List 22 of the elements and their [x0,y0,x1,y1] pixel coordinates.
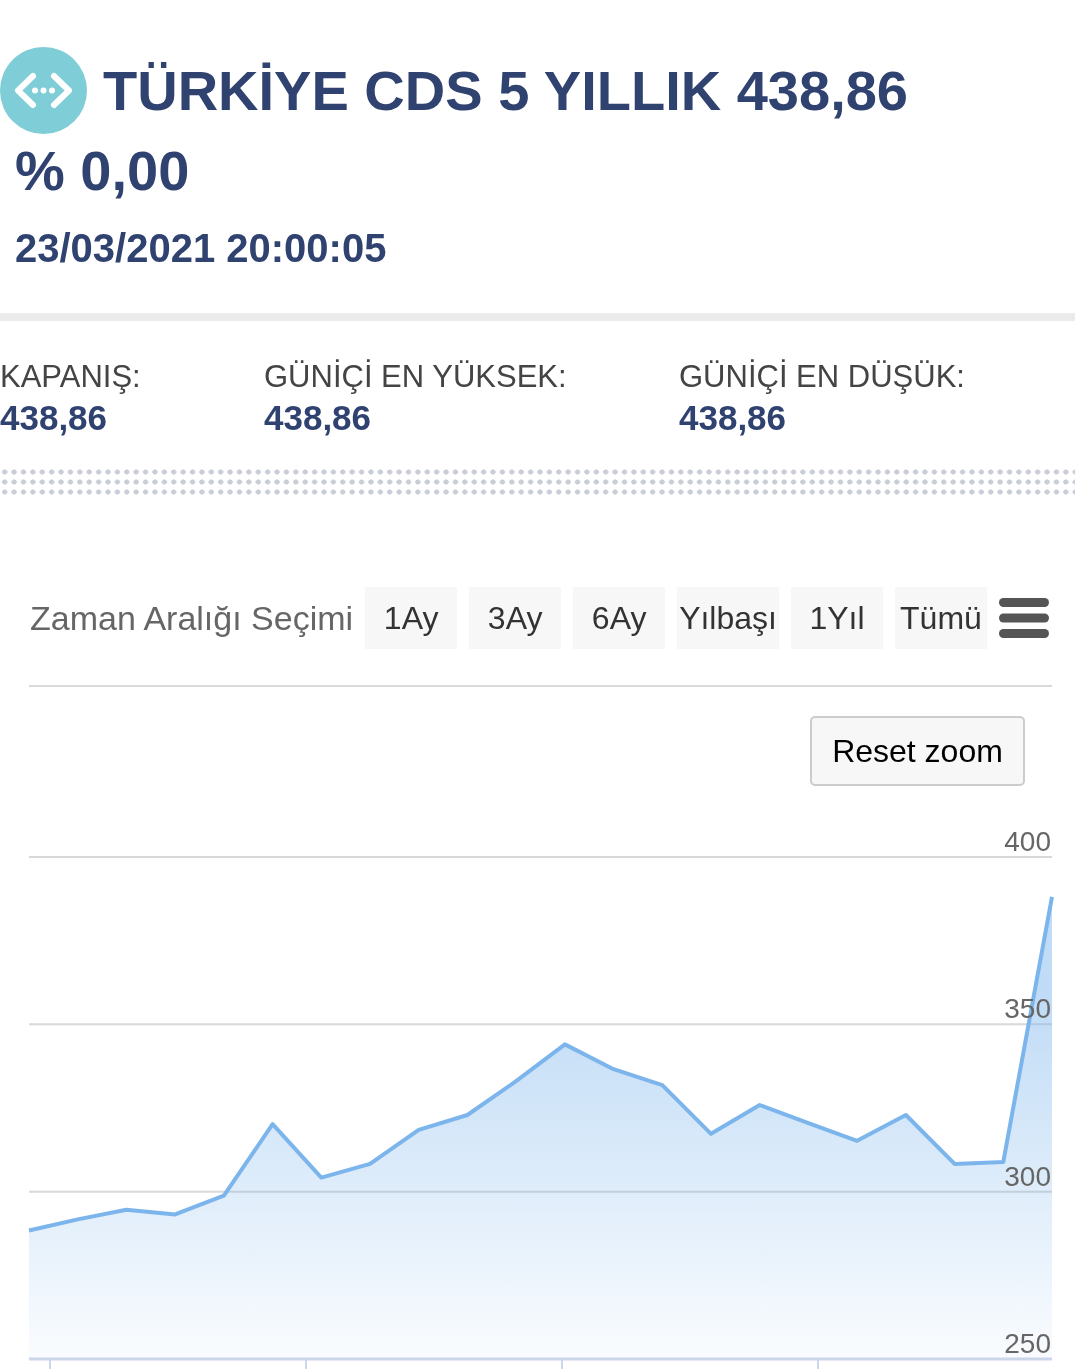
range-button[interactable]: 3Ay [469,587,562,649]
y-axis-label: 300 [1004,1160,1051,1192]
stat-label: GÜNİÇİ EN YÜKSEK: [264,358,567,396]
range-label: Zaman Aralığı Seçimi [30,598,354,638]
reset-zoom-button[interactable]: Reset zoom [810,716,1025,786]
range-button[interactable]: Yılbaşı [677,587,779,649]
percent-change: % 0,00 [15,139,190,203]
stat-value: 438,86 [264,398,372,438]
timestamp: 23/03/2021 20:00:05 [15,225,387,272]
instrument-title: TÜRKİYE CDS 5 YILLIK 438,86 [103,58,908,123]
stat-label: GÜNİÇİ EN DÜŞÜK: [679,358,965,396]
range-button[interactable]: 1Ay [365,587,458,649]
range-button[interactable]: 1Yıl [790,587,883,649]
stat-label: KAPANIŞ: [0,358,141,396]
y-axis-label: 250 [1004,1328,1051,1359]
stat-value: 438,86 [679,398,787,438]
y-axis-label: 400 [1004,826,1051,857]
menu-icon[interactable] [998,598,1049,638]
stat-value: 438,86 [0,398,108,438]
range-button[interactable]: Tümü [894,587,987,649]
angle-brackets-icon [0,47,87,134]
range-button[interactable]: 6Ay [573,587,666,649]
